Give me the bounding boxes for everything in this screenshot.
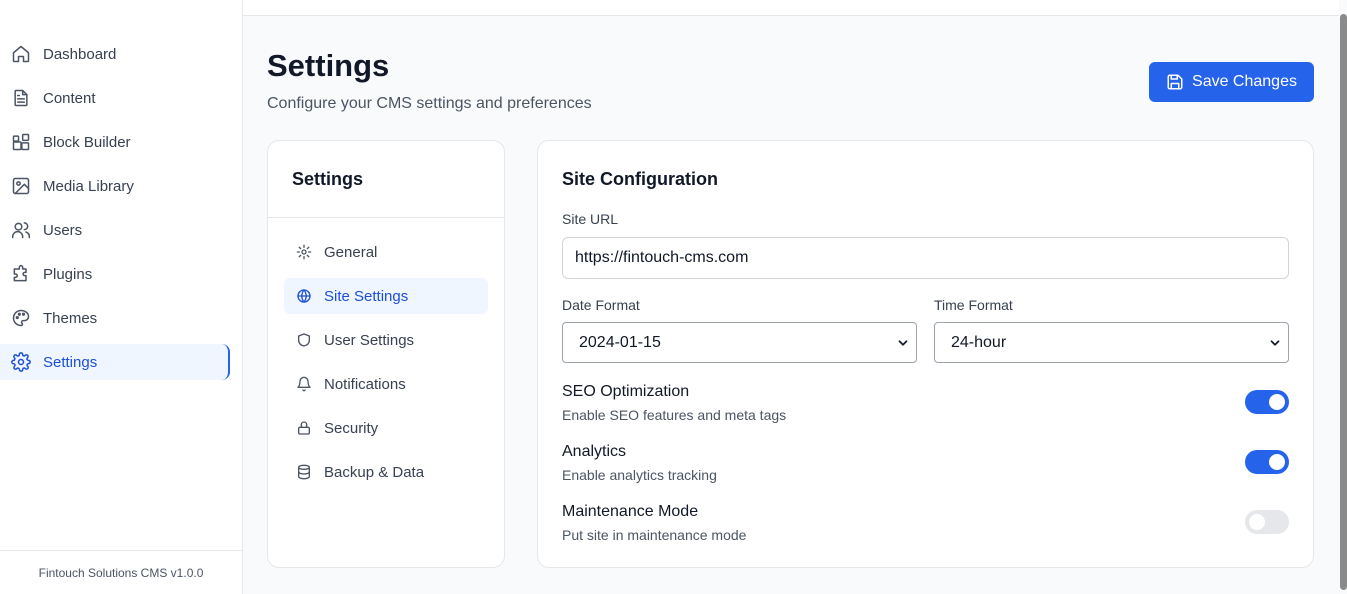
save-icon <box>1166 73 1184 91</box>
subnav-item-label: Security <box>324 419 379 437</box>
palette-icon <box>11 308 31 328</box>
sidebar-item-label: Block Builder <box>43 133 131 151</box>
gear-icon <box>296 244 312 260</box>
sidebar-item-label: Media Library <box>43 177 134 195</box>
sidebar-item-users[interactable]: Users <box>0 212 230 248</box>
sidebar-item-themes[interactable]: Themes <box>0 300 230 336</box>
time-format-value: 24-hour <box>951 333 1007 351</box>
sidebar-item-label: Users <box>43 221 83 239</box>
subnav-item-site-settings[interactable]: Site Settings <box>284 278 488 314</box>
sidebar-nav: Dashboard Content Block Builder Media Li… <box>0 36 230 388</box>
sidebar-item-label: Settings <box>43 353 98 371</box>
subnav-item-security[interactable]: Security <box>284 410 488 446</box>
analytics-row: Analytics Enable analytics tracking <box>562 443 1289 487</box>
date-format-select[interactable]: 2024-01-15 <box>562 322 917 363</box>
subnav-list: General Site Settings User Settings Noti… <box>268 218 504 490</box>
puzzle-icon <box>11 264 31 284</box>
site-url-input[interactable] <box>562 237 1289 279</box>
chevron-down-icon <box>1268 336 1282 350</box>
subnav-item-label: Backup & Data <box>324 463 425 481</box>
subnav-item-label: General <box>324 243 378 261</box>
toggle-title: Analytics <box>562 443 627 460</box>
sidebar-item-label: Dashboard <box>43 45 117 63</box>
sidebar-footer: Fintouch Solutions CMS v1.0.0 <box>0 550 242 594</box>
save-button-label: Save Changes <box>1192 73 1297 90</box>
home-icon <box>11 44 31 64</box>
sidebar-item-plugins[interactable]: Plugins <box>0 256 230 292</box>
sidebar-item-content[interactable]: Content <box>0 80 230 116</box>
bell-icon <box>296 376 312 392</box>
site-url-label: Site URL <box>562 211 619 227</box>
globe-icon <box>296 288 312 304</box>
sidebar-item-label: Content <box>43 89 96 107</box>
site-configuration-card: Site Configuration Site URL Date Format … <box>537 140 1314 568</box>
sidebar-item-block-builder[interactable]: Block Builder <box>0 124 230 160</box>
time-format-select[interactable]: 24-hour <box>934 322 1289 363</box>
subnav-item-backup-data[interactable]: Backup & Data <box>284 454 488 490</box>
toggle-description: Enable analytics tracking <box>562 467 717 483</box>
maintenance-mode-toggle[interactable] <box>1245 510 1289 534</box>
toggle-title: Maintenance Mode <box>562 503 699 520</box>
sidebar-item-label: Plugins <box>43 265 93 283</box>
blocks-icon <box>11 132 31 152</box>
toggle-knob <box>1269 454 1285 470</box>
subnav-item-user-settings[interactable]: User Settings <box>284 322 488 358</box>
users-icon <box>11 220 31 240</box>
toggle-description: Enable SEO features and meta tags <box>562 407 787 423</box>
gear-icon <box>11 352 31 372</box>
seo-optimization-row: SEO Optimization Enable SEO features and… <box>562 383 1289 427</box>
save-changes-button[interactable]: Save Changes <box>1149 62 1314 102</box>
sidebar-item-dashboard[interactable]: Dashboard <box>0 36 230 72</box>
section-title: Site Configuration <box>562 169 718 189</box>
sidebar-item-settings[interactable]: Settings <box>0 344 230 380</box>
settings-subnav-card: Settings General Site Settings User Sett… <box>267 140 505 568</box>
toggle-description: Put site in maintenance mode <box>562 527 747 543</box>
subnav-item-label: Site Settings <box>324 287 409 305</box>
analytics-toggle[interactable] <box>1245 450 1289 474</box>
subnav-item-label: Notifications <box>324 375 406 393</box>
page-scrollbar[interactable] <box>1340 14 1347 590</box>
date-format-value: 2024-01-15 <box>579 333 661 351</box>
chevron-down-icon <box>896 336 910 350</box>
subnav-item-label: User Settings <box>324 331 415 349</box>
seo-optimization-toggle[interactable] <box>1245 390 1289 414</box>
lock-icon <box>296 420 312 436</box>
time-format-label: Time Format <box>934 297 1013 313</box>
sidebar-item-media-library[interactable]: Media Library <box>0 168 230 204</box>
page-title: Settings <box>267 48 390 83</box>
shield-icon <box>296 332 312 348</box>
toggle-knob <box>1269 394 1285 410</box>
toggle-title: SEO Optimization <box>562 383 690 400</box>
database-icon <box>296 464 312 480</box>
sidebar-item-label: Themes <box>43 309 98 327</box>
image-icon <box>11 176 31 196</box>
page-subtitle: Configure your CMS settings and preferen… <box>267 95 592 112</box>
subnav-item-general[interactable]: General <box>284 234 488 270</box>
sidebar: Dashboard Content Block Builder Media Li… <box>0 0 243 594</box>
maintenance-mode-row: Maintenance Mode Put site in maintenance… <box>562 503 1289 547</box>
date-format-label: Date Format <box>562 297 640 313</box>
subnav-title: Settings <box>268 141 504 218</box>
document-icon <box>11 88 31 108</box>
top-bar <box>243 0 1339 16</box>
subnav-item-notifications[interactable]: Notifications <box>284 366 488 402</box>
toggle-knob <box>1249 514 1265 530</box>
